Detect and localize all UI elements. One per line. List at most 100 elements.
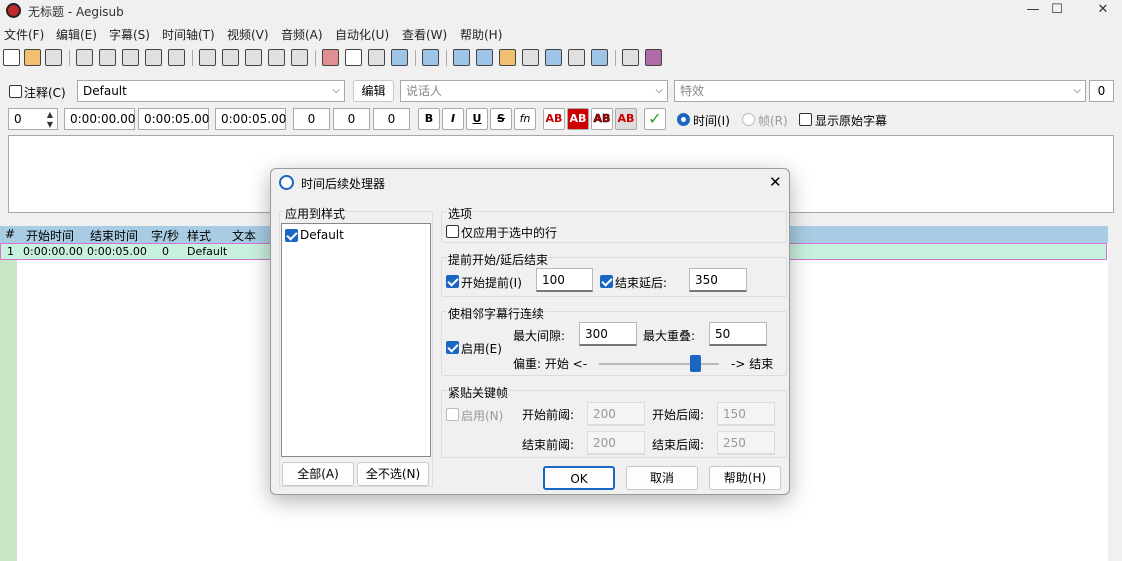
automation-icon[interactable] <box>422 49 439 66</box>
primary-color-button[interactable]: AB <box>543 108 565 130</box>
menu-view[interactable]: 查看(W) <box>402 26 447 43</box>
only-selected-checkbox[interactable] <box>446 225 459 238</box>
window-title: 无标题 - Aegisub <box>28 5 124 19</box>
style-default-checkbox[interactable] <box>285 229 298 242</box>
menu-video[interactable]: 视频(V) <box>227 26 269 43</box>
new-file-icon[interactable] <box>3 49 20 66</box>
margin-vertical-field[interactable]: 0 <box>373 108 410 130</box>
max-overlap-field[interactable]: 50 <box>709 322 767 346</box>
ok-button[interactable]: OK <box>543 466 615 490</box>
styles-group-label: 应用到样式 <box>284 205 347 222</box>
max-gap-field[interactable]: 300 <box>579 322 637 346</box>
start-time-field[interactable]: 0:00:00.00 <box>64 108 135 130</box>
lead-out-checkbox[interactable] <box>600 275 613 288</box>
lead-in-field[interactable]: 100 <box>536 268 593 292</box>
row-cps: 0 <box>162 245 169 258</box>
margin-right-field[interactable]: 0 <box>333 108 370 130</box>
timing-processor-icon[interactable] <box>545 49 562 66</box>
attachments-icon[interactable] <box>368 49 385 66</box>
open-folder-icon[interactable] <box>24 49 41 66</box>
bias-slider-track[interactable] <box>599 363 719 365</box>
shadow-color-button[interactable]: AB <box>615 108 637 130</box>
lead-out-field[interactable]: 350 <box>689 268 747 292</box>
row-start: 0:00:00.00 <box>23 245 83 258</box>
show-original-label: 显示原始字幕 <box>815 114 888 128</box>
effect-placeholder: 特效 <box>680 84 705 98</box>
after-end-field[interactable]: 250 <box>717 431 775 455</box>
dialog-close-button[interactable]: ✕ <box>769 173 782 191</box>
keyframe-icon[interactable] <box>268 49 285 66</box>
after-start-field[interactable]: 150 <box>717 402 775 426</box>
bias-slider-thumb[interactable] <box>690 355 701 372</box>
menu-edit[interactable]: 编辑(E) <box>56 26 97 43</box>
zoom-out-icon[interactable] <box>122 49 139 66</box>
secondary-color-button[interactable]: AB <box>567 108 589 130</box>
end-time-field[interactable]: 0:00:05.00 <box>138 108 209 130</box>
edit-style-button[interactable]: 编辑 <box>353 80 394 102</box>
kanji-timer-icon[interactable] <box>568 49 585 66</box>
spin-arrows-icon[interactable]: ▲ ▼ <box>47 110 53 130</box>
video-open-icon[interactable] <box>145 49 162 66</box>
outline-color-button[interactable]: AB <box>591 108 613 130</box>
italic-button[interactable]: I <box>442 108 464 130</box>
layer-spinner[interactable]: 0 ▲ ▼ <box>8 108 58 130</box>
underline-button[interactable]: U <box>466 108 488 130</box>
comment-checkbox[interactable] <box>9 85 22 98</box>
style-select[interactable]: Default ⌵ <box>77 80 345 102</box>
translation-icon[interactable] <box>476 49 493 66</box>
shift-times-icon[interactable] <box>499 49 516 66</box>
font-button[interactable]: fn <box>514 108 536 130</box>
close-button[interactable]: ✕ <box>1080 0 1122 22</box>
margin-left-field[interactable]: 0 <box>293 108 330 130</box>
lead-in-label: 开始提前(I) <box>461 276 522 290</box>
menu-timing[interactable]: 时间轴(T) <box>162 26 215 43</box>
timing-postprocessor-dialog: 时间后续处理器 ✕ 应用到样式 Default 全部(A) 全不选(N) 选项 … <box>270 168 790 495</box>
col-start: 开始时间 <box>26 229 75 243</box>
help-button[interactable]: 帮助(H) <box>709 466 781 490</box>
cancel-button[interactable]: 取消 <box>626 466 698 490</box>
max-overlap-label: 最大重叠: <box>643 329 696 343</box>
grid-scrollbar[interactable] <box>1108 226 1122 561</box>
video-close-icon[interactable] <box>168 49 185 66</box>
jump-to-icon[interactable] <box>76 49 93 66</box>
keyframe-enable-checkbox[interactable] <box>446 408 459 421</box>
maximize-button[interactable]: ☐ <box>1034 0 1080 22</box>
adjacent-enable-checkbox[interactable] <box>446 341 459 354</box>
before-end-field[interactable]: 200 <box>587 431 645 455</box>
options-icon[interactable] <box>622 49 639 66</box>
menu-help[interactable]: 帮助(H) <box>460 26 502 43</box>
styles-manager-icon[interactable] <box>322 49 339 66</box>
show-original-checkbox[interactable] <box>799 113 812 126</box>
snap-end-icon[interactable] <box>222 49 239 66</box>
hotkeys-icon[interactable] <box>645 49 662 66</box>
actor-combo[interactable]: 说话人 ⌵ <box>400 80 668 102</box>
styles-list[interactable]: Default <box>281 223 431 457</box>
spellcheck-icon[interactable] <box>591 49 608 66</box>
commit-button[interactable]: ✓ <box>644 108 666 130</box>
select-none-button[interactable]: 全不选(N) <box>357 462 429 486</box>
film-icon[interactable] <box>291 49 308 66</box>
menu-subtitle[interactable]: 字幕(S) <box>109 26 150 43</box>
before-start-field[interactable]: 200 <box>587 402 645 426</box>
bold-button[interactable]: B <box>418 108 440 130</box>
lead-in-checkbox[interactable] <box>446 275 459 288</box>
select-all-button[interactable]: 全部(A) <box>282 462 354 486</box>
zoom-in-icon[interactable] <box>99 49 116 66</box>
menu-automation[interactable]: 自动化(U) <box>335 26 389 43</box>
snap-start-icon[interactable] <box>199 49 216 66</box>
time-radio[interactable] <box>677 113 690 126</box>
menu-audio[interactable]: 音频(A) <box>281 26 323 43</box>
strikeout-button[interactable]: S <box>490 108 512 130</box>
grid-icon[interactable] <box>245 49 262 66</box>
menu-file[interactable]: 文件(F) <box>4 26 44 43</box>
resample-icon[interactable] <box>453 49 470 66</box>
list-item[interactable]: Default <box>300 228 344 242</box>
frame-radio[interactable] <box>742 113 755 126</box>
effect-combo[interactable]: 特效 ⌵ <box>674 80 1086 102</box>
select-lines-icon[interactable] <box>522 49 539 66</box>
properties-icon[interactable] <box>345 49 362 66</box>
fonts-collector-icon[interactable] <box>391 49 408 66</box>
save-icon[interactable] <box>45 49 62 66</box>
aegisub-logo-icon <box>6 3 21 18</box>
duration-field[interactable]: 0:00:05.00 <box>215 108 286 130</box>
